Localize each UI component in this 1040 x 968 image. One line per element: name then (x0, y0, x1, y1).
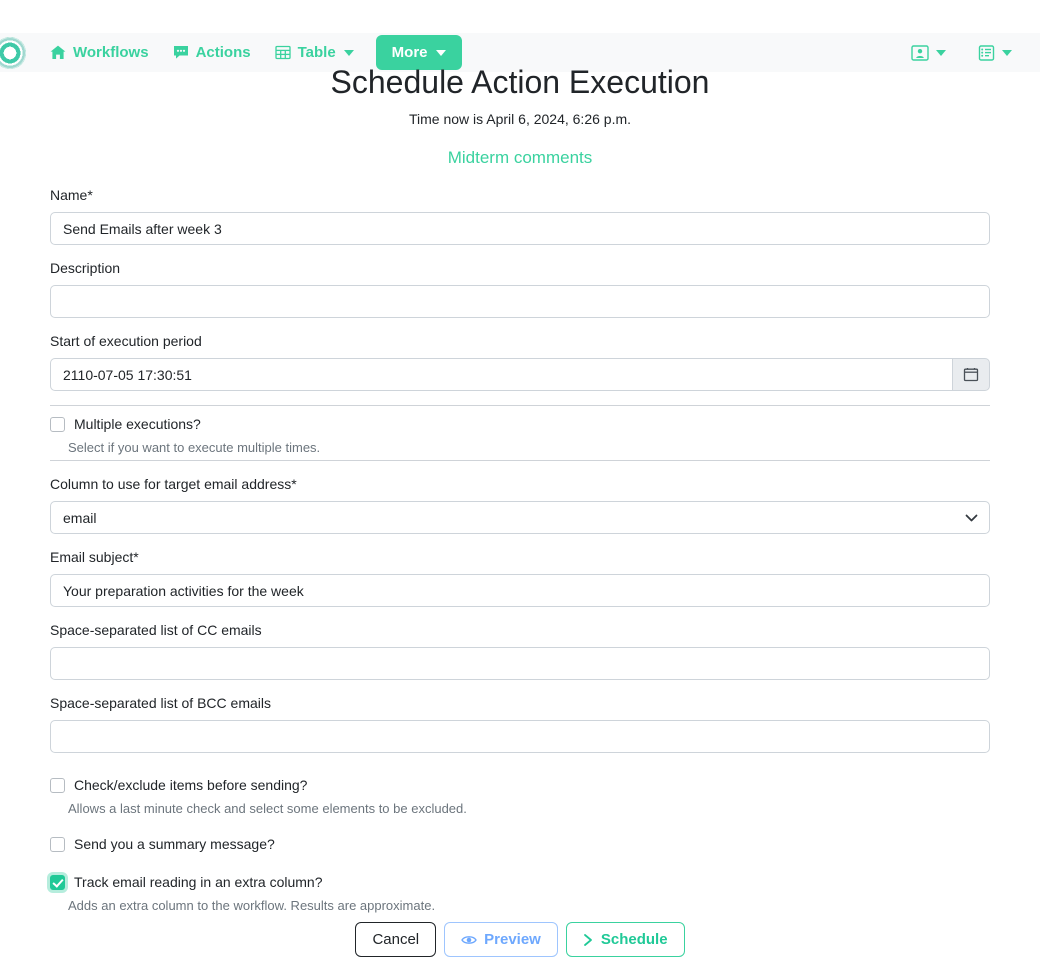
email-column-select[interactable]: email (50, 501, 990, 534)
cc-emails-input[interactable] (50, 647, 990, 680)
email-column-label: Column to use for target email address* (50, 476, 297, 492)
track-reading-checkbox[interactable] (50, 874, 65, 890)
field-start-execution: Start of execution period (50, 332, 990, 391)
action-name-link[interactable]: Midterm comments (448, 148, 593, 167)
nav-item-actions-label: Actions (195, 44, 251, 61)
nav-more-label: More (391, 44, 428, 61)
schedule-button-label: Schedule (600, 931, 668, 948)
field-check-exclude: Check/exclude items before sending? Allo… (50, 775, 990, 817)
check-exclude-help: Allows a last minute check and select so… (68, 801, 467, 816)
check-exclude-checkbox[interactable] (50, 777, 65, 793)
field-cc-emails: Space-separated list of CC emails (50, 621, 990, 680)
field-description: Description (50, 259, 990, 318)
chevron-down-icon (1002, 49, 1012, 56)
chevron-down-icon (936, 49, 946, 56)
field-name: Name* (50, 186, 990, 245)
multiple-executions-checkbox[interactable] (50, 416, 65, 432)
calendar-icon (963, 367, 979, 382)
chevron-down-icon (343, 49, 354, 56)
chevron-right-icon (583, 933, 594, 947)
summary-message-row[interactable]: Send you a summary message? (50, 834, 990, 854)
description-input[interactable] (50, 285, 990, 318)
comment-icon (173, 45, 189, 60)
field-track-reading: Track email reading in an extra column? … (50, 872, 990, 914)
summary-message-label: Send you a summary message? (74, 836, 275, 852)
action-link-wrapper: Midterm comments (0, 148, 1040, 168)
nav-item-table-label: Table (297, 44, 336, 61)
check-exclude-row[interactable]: Check/exclude items before sending? (50, 775, 990, 795)
multiple-executions-row[interactable]: Multiple executions? (50, 414, 990, 434)
table-grid-icon (274, 45, 291, 60)
bcc-emails-input[interactable] (50, 720, 990, 753)
page-title: Schedule Action Execution (330, 64, 710, 100)
preview-button-label: Preview (484, 931, 541, 948)
start-execution-label: Start of execution period (50, 333, 202, 349)
chevron-down-icon (435, 49, 446, 56)
nav-item-workflows-label: Workflows (73, 44, 149, 61)
field-bcc-emails: Space-separated list of BCC emails (50, 694, 990, 753)
email-column-select-wrap: email (50, 501, 990, 534)
home-icon (50, 45, 66, 60)
bcc-emails-label: Space-separated list of BCC emails (50, 695, 271, 711)
field-summary-message: Send you a summary message? (50, 834, 990, 854)
summary-message-checkbox[interactable] (50, 836, 65, 852)
calendar-picker-button[interactable] (951, 358, 990, 391)
schedule-action-form: Name* Description Start of execution per… (50, 186, 990, 914)
current-time-text: Time now is April 6, 2024, 6:26 p.m. (408, 111, 632, 127)
start-execution-input-group (50, 358, 990, 391)
user-card-icon (911, 44, 929, 61)
cancel-button-label: Cancel (372, 931, 420, 948)
track-reading-help: Adds an extra column to the workflow. Re… (68, 898, 436, 913)
track-reading-label: Track email reading in an extra column? (74, 874, 323, 890)
divider-above-multiple-executions (50, 405, 990, 406)
field-multiple-executions: Multiple executions? Select if you want … (50, 414, 990, 456)
cc-emails-label: Space-separated list of CC emails (50, 622, 262, 638)
multiple-executions-help: Select if you want to execute multiple t… (68, 440, 321, 455)
divider-below-multiple-executions (50, 460, 990, 461)
track-reading-row[interactable]: Track email reading in an extra column? (50, 872, 990, 892)
email-subject-input[interactable] (50, 574, 990, 607)
description-label: Description (50, 260, 121, 276)
name-label: Name* (50, 187, 93, 203)
eye-icon (461, 934, 477, 946)
name-input[interactable] (50, 212, 990, 245)
cancel-button[interactable]: Cancel (355, 922, 437, 957)
notes-list-icon (978, 44, 995, 61)
preview-button[interactable]: Preview (444, 922, 558, 957)
form-action-buttons: Cancel Preview Schedule (0, 922, 1040, 957)
field-email-subject: Email subject* (50, 548, 990, 607)
check-exclude-label: Check/exclude items before sending? (74, 777, 308, 793)
field-email-column: Column to use for target email address* … (50, 475, 990, 534)
schedule-button[interactable]: Schedule (565, 922, 685, 957)
start-execution-input[interactable] (50, 358, 952, 391)
email-subject-label: Email subject* (50, 549, 139, 565)
multiple-executions-label: Multiple executions? (74, 416, 201, 432)
